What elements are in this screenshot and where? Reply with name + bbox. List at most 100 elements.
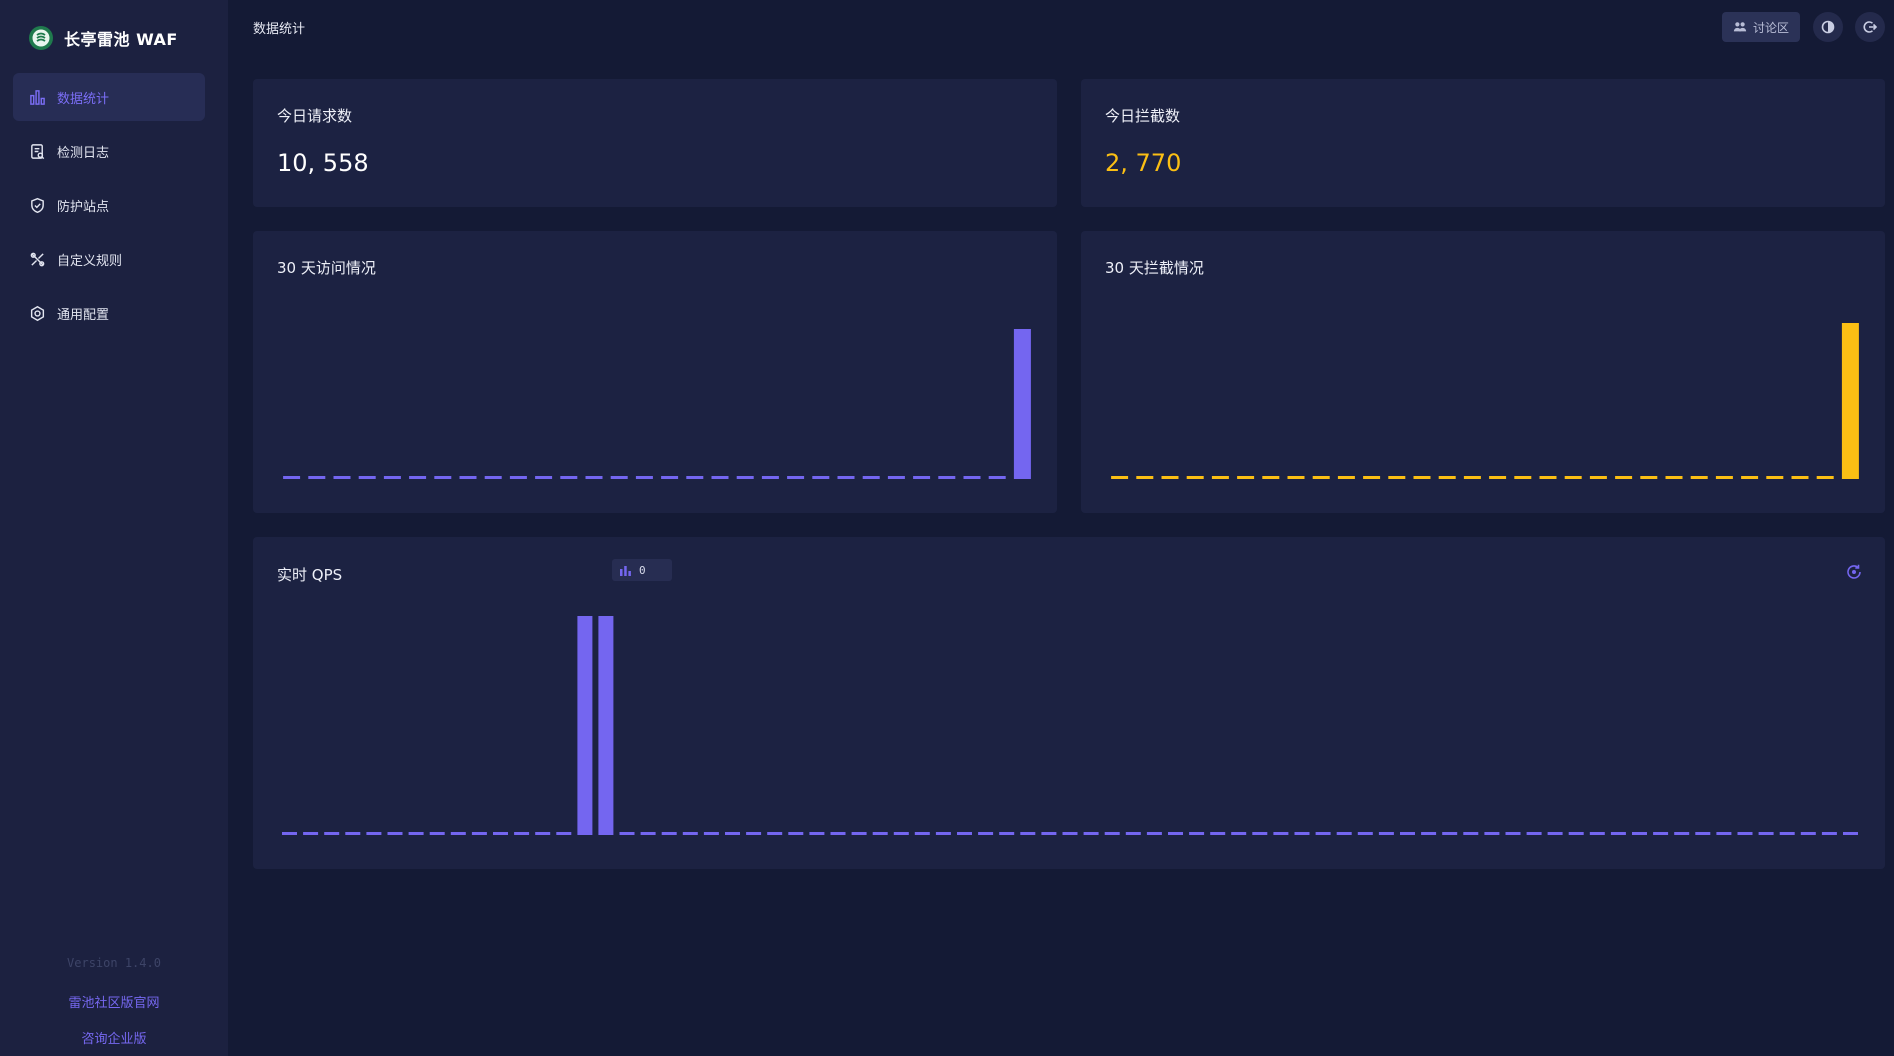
chart-bar[interactable] (1211, 476, 1229, 479)
chart-bar[interactable] (1378, 832, 1394, 835)
chart-bar[interactable] (1294, 832, 1310, 835)
chart-bar[interactable] (978, 832, 994, 835)
chart-bar[interactable] (1816, 476, 1834, 479)
chart-bar[interactable] (1489, 476, 1507, 479)
chart-bar[interactable] (1715, 476, 1733, 479)
chart-bar[interactable] (345, 832, 361, 835)
chart-bar[interactable] (1695, 832, 1711, 835)
chart-bar[interactable] (1463, 476, 1481, 479)
chart-bar[interactable] (1568, 832, 1584, 835)
logout-button[interactable] (1855, 12, 1885, 42)
chart-bar[interactable] (1514, 476, 1532, 479)
chart-bar[interactable] (957, 832, 972, 835)
chart-bar[interactable] (746, 832, 762, 835)
chart-bar[interactable] (914, 832, 930, 835)
chart-bar[interactable] (1062, 832, 1078, 835)
sidebar-item-custom-rules[interactable]: 自定义规则 (13, 235, 205, 283)
chart-bar[interactable] (1337, 476, 1355, 479)
chart-bar[interactable] (725, 832, 740, 835)
chart-bar[interactable] (434, 476, 452, 479)
chart-bar[interactable] (1111, 476, 1129, 479)
chart-bar[interactable] (1125, 832, 1141, 835)
chart-bar[interactable] (1843, 832, 1858, 835)
chart-bar[interactable] (535, 476, 553, 479)
chart-bar[interactable] (1315, 832, 1331, 835)
chart-bar[interactable] (585, 476, 603, 479)
chart-bar[interactable] (635, 476, 653, 479)
chart-bar[interactable] (1716, 832, 1732, 835)
chart-bar[interactable] (560, 476, 578, 479)
chart-bar[interactable] (610, 476, 628, 479)
chart-bar[interactable] (408, 832, 424, 835)
chart-bar[interactable] (913, 476, 931, 479)
chart-bar[interactable] (1690, 476, 1708, 479)
chart-bar[interactable] (1547, 832, 1563, 835)
chart-bar[interactable] (661, 476, 679, 479)
chart-bar[interactable] (1505, 832, 1521, 835)
chart-bar[interactable] (1388, 476, 1406, 479)
forum-button[interactable]: 讨论区 (1722, 12, 1800, 42)
chart-bar[interactable] (686, 476, 704, 479)
chart-bar[interactable] (1083, 832, 1099, 835)
chart-bar[interactable] (366, 832, 382, 835)
chart-bar[interactable] (383, 476, 401, 479)
chart-bar[interactable] (1013, 329, 1031, 479)
chart-bar[interactable] (535, 832, 551, 835)
chart-bar[interactable] (1237, 476, 1255, 479)
chart-bar[interactable] (1791, 476, 1809, 479)
chart-bar[interactable] (938, 476, 956, 479)
chart-bar[interactable] (358, 476, 376, 479)
chart-bar[interactable] (661, 832, 677, 835)
chart-bar[interactable] (872, 832, 888, 835)
chart-bar[interactable] (703, 832, 719, 835)
chart-bar[interactable] (711, 476, 729, 479)
chart-bar[interactable] (1564, 476, 1582, 479)
chart-bar[interactable] (1841, 323, 1859, 479)
chart-bar[interactable] (988, 476, 1006, 479)
chart-bar[interactable] (1168, 832, 1183, 835)
chart-bar[interactable] (1758, 832, 1774, 835)
chart-bar[interactable] (1104, 832, 1120, 835)
chart-bar[interactable] (1737, 832, 1753, 835)
chart-bar[interactable] (1312, 476, 1330, 479)
chart-bar[interactable] (1186, 476, 1204, 479)
chart-bar[interactable] (1589, 832, 1605, 835)
chart-bar[interactable] (429, 832, 445, 835)
chart-bar[interactable] (1210, 832, 1226, 835)
chart-bar[interactable] (1674, 832, 1690, 835)
chart-bar[interactable] (1615, 476, 1633, 479)
chart-bar[interactable] (761, 476, 779, 479)
chart-bar[interactable] (1252, 832, 1268, 835)
sidebar-item-protected-sites[interactable]: 防护站点 (13, 181, 205, 229)
chart-bar[interactable] (1041, 832, 1057, 835)
chart-bar[interactable] (619, 832, 635, 835)
chart-bar[interactable] (1653, 832, 1669, 835)
chart-bar[interactable] (1363, 476, 1381, 479)
chart-bar[interactable] (1766, 476, 1784, 479)
chart-bar[interactable] (409, 476, 427, 479)
chart-bar[interactable] (1400, 832, 1415, 835)
chart-bar[interactable] (1800, 832, 1816, 835)
chart-bar[interactable] (1336, 832, 1352, 835)
chart-bar[interactable] (935, 832, 951, 835)
chart-bar[interactable] (333, 476, 351, 479)
chart-bar[interactable] (1413, 476, 1431, 479)
chart-bar[interactable] (640, 832, 656, 835)
chart-bar[interactable] (1421, 832, 1437, 835)
chart-bar[interactable] (1231, 832, 1247, 835)
chart-bar[interactable] (1632, 832, 1647, 835)
chart-bar[interactable] (459, 476, 477, 479)
chart-bar[interactable] (1438, 476, 1456, 479)
chart-bar[interactable] (837, 476, 855, 479)
chart-bar[interactable] (1189, 832, 1205, 835)
chart-bar[interactable] (893, 832, 909, 835)
chart-bar[interactable] (963, 476, 981, 479)
chart-bar[interactable] (1779, 832, 1795, 835)
chart-bar[interactable] (1463, 832, 1479, 835)
chart-bar[interactable] (851, 832, 867, 835)
chart-bar[interactable] (283, 476, 301, 479)
community-site-link[interactable]: 雷池社区版官网 (0, 992, 228, 1011)
chart-bar[interactable] (1161, 476, 1179, 479)
chart-bar[interactable] (1136, 476, 1154, 479)
chart-bar[interactable] (450, 832, 466, 835)
